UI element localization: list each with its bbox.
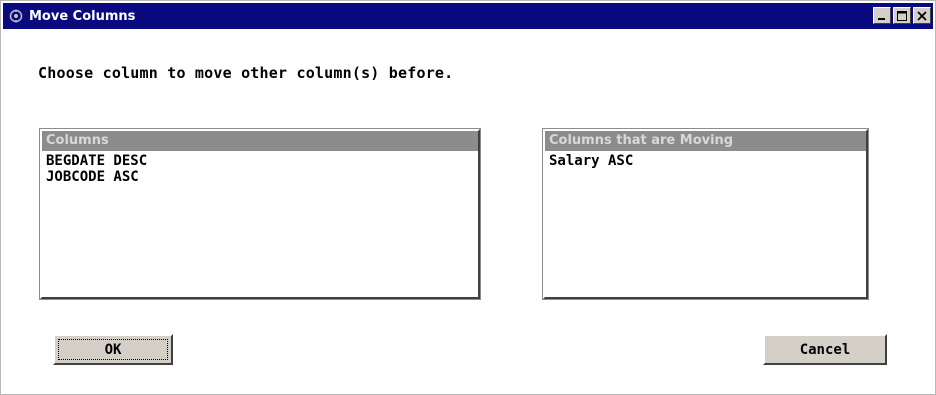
minimize-icon (878, 17, 885, 20)
list-item[interactable]: BEGDATE DESC (42, 153, 478, 169)
list-item[interactable]: Salary ASC (545, 153, 866, 169)
columns-list-header: Columns (42, 131, 478, 151)
window-title: Move Columns (29, 8, 136, 24)
ok-button[interactable]: OK (53, 334, 173, 365)
moving-columns-list-header: Columns that are Moving (545, 131, 866, 151)
list-item[interactable]: JOBCODE ASC (42, 169, 478, 185)
columns-listbox[interactable]: Columns BEGDATE DESC JOBCODE ASC (40, 129, 480, 299)
move-columns-dialog: Move Columns Choose column to move other… (0, 0, 936, 395)
moving-columns-listbox[interactable]: Columns that are Moving Salary ASC (543, 129, 868, 299)
close-button[interactable] (913, 7, 931, 24)
title-bar[interactable]: Move Columns (3, 3, 933, 29)
instruction-text: Choose column to move other column(s) be… (38, 64, 454, 82)
window-controls (873, 7, 931, 24)
maximize-icon (897, 10, 907, 21)
close-icon (917, 10, 927, 21)
cancel-button[interactable]: Cancel (763, 334, 887, 365)
app-icon[interactable] (9, 9, 23, 23)
focus-ring (58, 339, 168, 360)
maximize-button[interactable] (893, 7, 911, 24)
minimize-button[interactable] (873, 7, 891, 24)
cancel-button-label: Cancel (799, 341, 851, 358)
